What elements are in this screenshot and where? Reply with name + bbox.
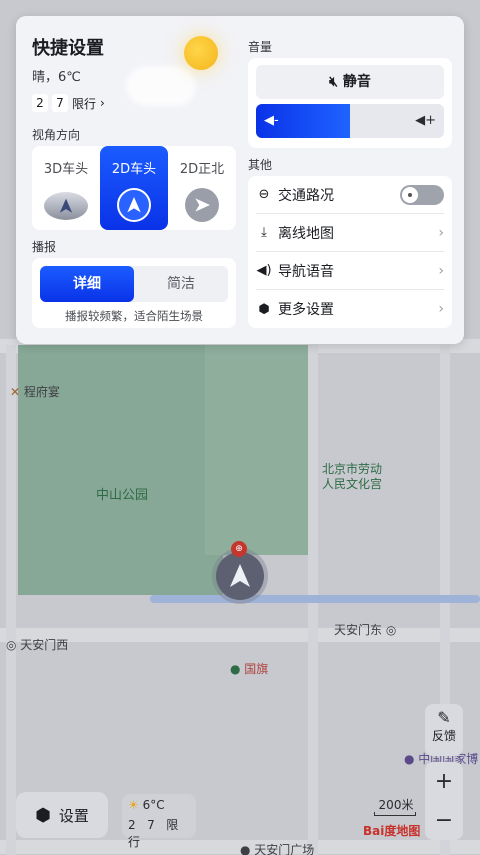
- poi-tiananmen-east[interactable]: 天安门东 ◎: [334, 621, 396, 638]
- poi-restaurant[interactable]: ✕ 程府宴: [10, 383, 60, 400]
- feedback-button[interactable]: ✎ 反馈: [425, 704, 463, 756]
- view-option-label: 2D车头: [111, 162, 157, 177]
- scale-bar: [374, 812, 416, 816]
- mini-weather-widget[interactable]: ☀ 6°C 2 7 限行: [122, 794, 196, 849]
- scale-label: 200米: [378, 798, 414, 812]
- mute-label: 静音: [342, 74, 371, 90]
- nav-voice-row[interactable]: ◀) 导航语音 ›: [256, 252, 444, 290]
- chevron-right-icon: ›: [100, 96, 105, 110]
- offline-map-row[interactable]: ⤓ 离线地图 ›: [256, 214, 444, 252]
- broadcast-section-label: 播报: [32, 240, 57, 254]
- view-option-3d-heading[interactable]: 3D车头: [32, 146, 100, 230]
- zoom-controls: + −: [425, 762, 463, 840]
- speaker-icon: ◀): [256, 263, 272, 278]
- row-label: 导航语音: [278, 263, 334, 280]
- zoom-in-button[interactable]: +: [425, 762, 463, 801]
- road: [6, 345, 16, 855]
- volume-section-label: 音量: [248, 40, 273, 54]
- plate-digit: 2: [32, 94, 48, 112]
- mute-icon: 🔇︎: [329, 74, 338, 90]
- row-label: 交通路况: [278, 187, 334, 204]
- panel-title: 快捷设置: [32, 38, 104, 59]
- view-option-2d-heading[interactable]: 2D车头: [100, 146, 168, 230]
- broadcast-selector: 详细 简洁 播报较频繁，适合陌生场景: [32, 258, 236, 328]
- traffic-row[interactable]: ⊖ 交通路况: [256, 176, 444, 214]
- poi-flag[interactable]: ● 国旗: [230, 660, 268, 677]
- volume-low-icon: ◀-: [264, 113, 279, 128]
- chevron-right-icon: ›: [438, 262, 444, 279]
- row-label: 更多设置: [278, 302, 334, 318]
- settings-button[interactable]: ⬢ 设置: [16, 792, 108, 838]
- view-selector: 3D车头 2D车头 2D正北: [32, 146, 236, 230]
- download-icon: ⤓: [261, 225, 267, 240]
- hexagon-icon: ⬢: [35, 804, 51, 826]
- other-section-label: 其他: [248, 158, 273, 172]
- volume-controls: 🔇︎ 静音 ◀- ◀+: [248, 58, 452, 148]
- plate-digit: 7: [147, 818, 155, 832]
- poi-palace[interactable]: 北京市劳动 人民文化宫: [322, 462, 382, 492]
- subway-icon: ⊕: [231, 541, 247, 557]
- river: [150, 595, 480, 603]
- limit-label: 限行: [72, 96, 97, 111]
- zoom-out-button[interactable]: −: [425, 801, 463, 840]
- chevron-right-icon: ›: [438, 224, 444, 241]
- broadcast-tab-detailed[interactable]: 详细: [40, 266, 134, 302]
- view-section-label: 视角方向: [32, 128, 81, 142]
- 3d-arrow-icon: [44, 192, 88, 220]
- row-label: 离线地图: [278, 225, 334, 242]
- sun-icon: [184, 36, 218, 70]
- north-arrow-icon: [185, 188, 219, 222]
- hexagon-icon: ⬢: [258, 301, 270, 317]
- edit-icon: ✎: [437, 708, 451, 727]
- poi-square[interactable]: ● 天安门广场: [240, 841, 314, 855]
- view-option-label: 3D车头: [43, 162, 89, 177]
- traffic-toggle[interactable]: [400, 184, 444, 205]
- more-settings-row[interactable]: ⬢ 更多设置 ›: [256, 290, 444, 328]
- plate-digit: 7: [52, 94, 68, 112]
- view-option-2d-north[interactable]: 2D正北: [168, 146, 236, 230]
- weather-text: 晴，6℃: [32, 70, 81, 85]
- traffic-icon: ⊖: [258, 187, 270, 202]
- broadcast-tab-brief[interactable]: 简洁: [134, 266, 228, 302]
- temp-text: 6°C: [142, 798, 165, 812]
- location-arrow-icon: [216, 552, 264, 600]
- quick-settings-panel: 快捷设置 晴，6℃ 2 7 限行 › 视角方向 3D车头 2D车头 2D正北 播…: [16, 16, 464, 344]
- road: [0, 628, 480, 642]
- plate-digit: 2: [128, 818, 136, 832]
- chevron-right-icon: ›: [438, 301, 444, 317]
- feedback-label: 反馈: [431, 729, 456, 743]
- brand-logo: Bai度地图: [363, 824, 421, 838]
- traffic-limit[interactable]: 2 7 限行 ›: [32, 94, 105, 112]
- broadcast-description: 播报较频繁，适合陌生场景: [65, 309, 203, 323]
- poi-tiananmen-west[interactable]: ◎ 天安门西: [6, 636, 68, 653]
- volume-slider[interactable]: ◀- ◀+: [256, 104, 444, 138]
- volume-high-icon: ◀+: [415, 113, 436, 128]
- cloud-icon: [126, 66, 196, 106]
- poi-park[interactable]: 中山公园: [96, 484, 148, 503]
- 2d-arrow-icon: [117, 188, 151, 222]
- other-settings-list: ⊖ 交通路况 ⤓ 离线地图 › ◀) 导航语音 › ⬢ 更多设置 ›: [248, 176, 452, 328]
- settings-label: 设置: [58, 806, 89, 825]
- mute-button[interactable]: 🔇︎ 静音: [256, 65, 444, 99]
- sun-icon: ☀: [128, 798, 139, 812]
- park-area: [205, 345, 315, 555]
- view-option-label: 2D正北: [179, 162, 225, 177]
